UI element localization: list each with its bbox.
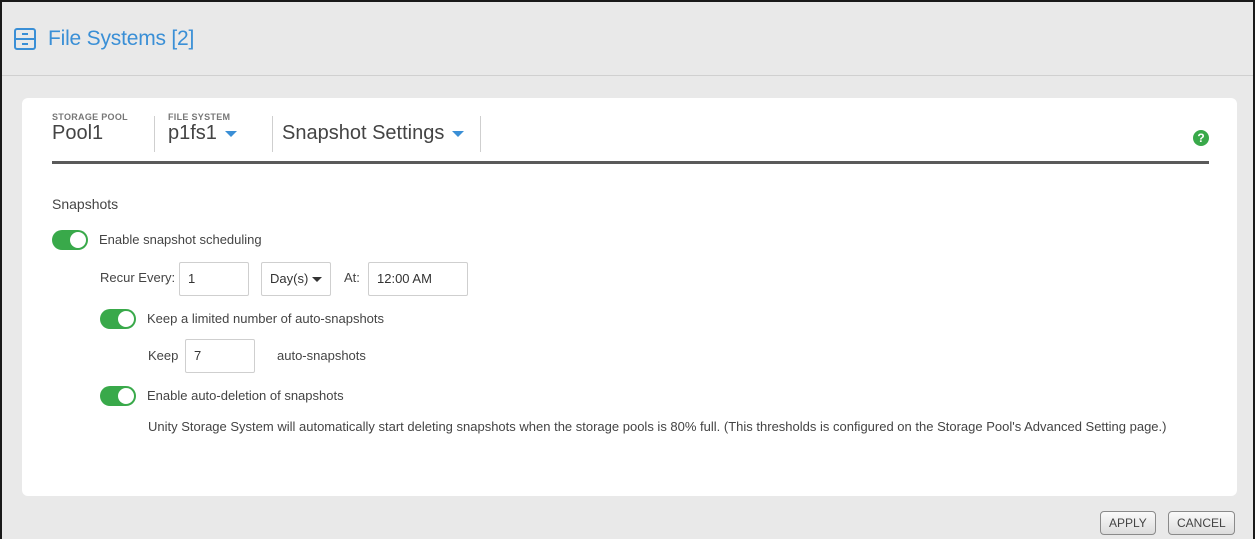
window-frame: File Systems [2] STORAGE POOL Pool1 FILE… xyxy=(0,0,1255,539)
keep-limited-toggle[interactable] xyxy=(100,309,136,329)
apply-button[interactable]: APPLY xyxy=(1100,511,1156,535)
time-input[interactable]: 12:00 AM xyxy=(368,262,468,296)
recur-every-input[interactable]: 1 xyxy=(179,262,249,296)
settings-dropdown[interactable]: Snapshot Settings xyxy=(282,122,465,145)
settings-panel: STORAGE POOL Pool1 FILE SYSTEM p1fs1 Sna… xyxy=(22,98,1237,496)
help-icon[interactable]: ? xyxy=(1193,130,1209,146)
page-header: File Systems [2] xyxy=(2,2,1253,76)
breadcrumb-storage-pool: STORAGE POOL Pool1 xyxy=(52,112,128,145)
keep-count-input[interactable]: 7 xyxy=(185,339,255,373)
breadcrumb: STORAGE POOL Pool1 FILE SYSTEM p1fs1 Sna… xyxy=(52,112,1209,164)
storage-pool-value: Pool1 xyxy=(52,122,104,144)
breadcrumb-file-system[interactable]: FILE SYSTEM p1fs1 xyxy=(168,112,237,145)
recur-unit-value: Day(s) xyxy=(270,271,309,286)
breadcrumb-divider xyxy=(272,116,273,152)
auto-deletion-note: Unity Storage System will automatically … xyxy=(148,419,1167,434)
chevron-down-icon[interactable] xyxy=(224,130,237,137)
page-title: File Systems [2] xyxy=(48,26,195,50)
section-title-snapshots: Snapshots xyxy=(52,196,119,212)
recur-every-label: Recur Every: xyxy=(100,270,176,285)
cancel-button[interactable]: CANCEL xyxy=(1168,511,1235,535)
keep-limited-label: Keep a limited number of auto-snapshots xyxy=(147,311,385,326)
file-system-label: FILE SYSTEM xyxy=(168,112,231,122)
keep-suffix-label: auto-snapshots xyxy=(277,348,366,363)
breadcrumb-divider xyxy=(480,116,481,152)
recur-unit-select[interactable]: Day(s) xyxy=(261,262,331,296)
storage-pool-label: STORAGE POOL xyxy=(52,112,128,122)
file-system-icon xyxy=(14,27,36,50)
settings-value: Snapshot Settings xyxy=(282,122,445,144)
enable-scheduling-toggle[interactable] xyxy=(52,230,88,250)
enable-scheduling-label: Enable snapshot scheduling xyxy=(99,232,262,247)
file-system-dropdown[interactable]: p1fs1 xyxy=(168,122,237,145)
chevron-down-icon xyxy=(312,277,322,282)
file-system-value: p1fs1 xyxy=(168,122,217,144)
auto-deletion-toggle[interactable] xyxy=(100,386,136,406)
auto-deletion-label: Enable auto-deletion of snapshots xyxy=(147,388,344,403)
at-label: At: xyxy=(344,270,360,285)
keep-label: Keep xyxy=(148,348,179,363)
chevron-down-icon[interactable] xyxy=(452,130,465,137)
breadcrumb-divider xyxy=(154,116,155,152)
